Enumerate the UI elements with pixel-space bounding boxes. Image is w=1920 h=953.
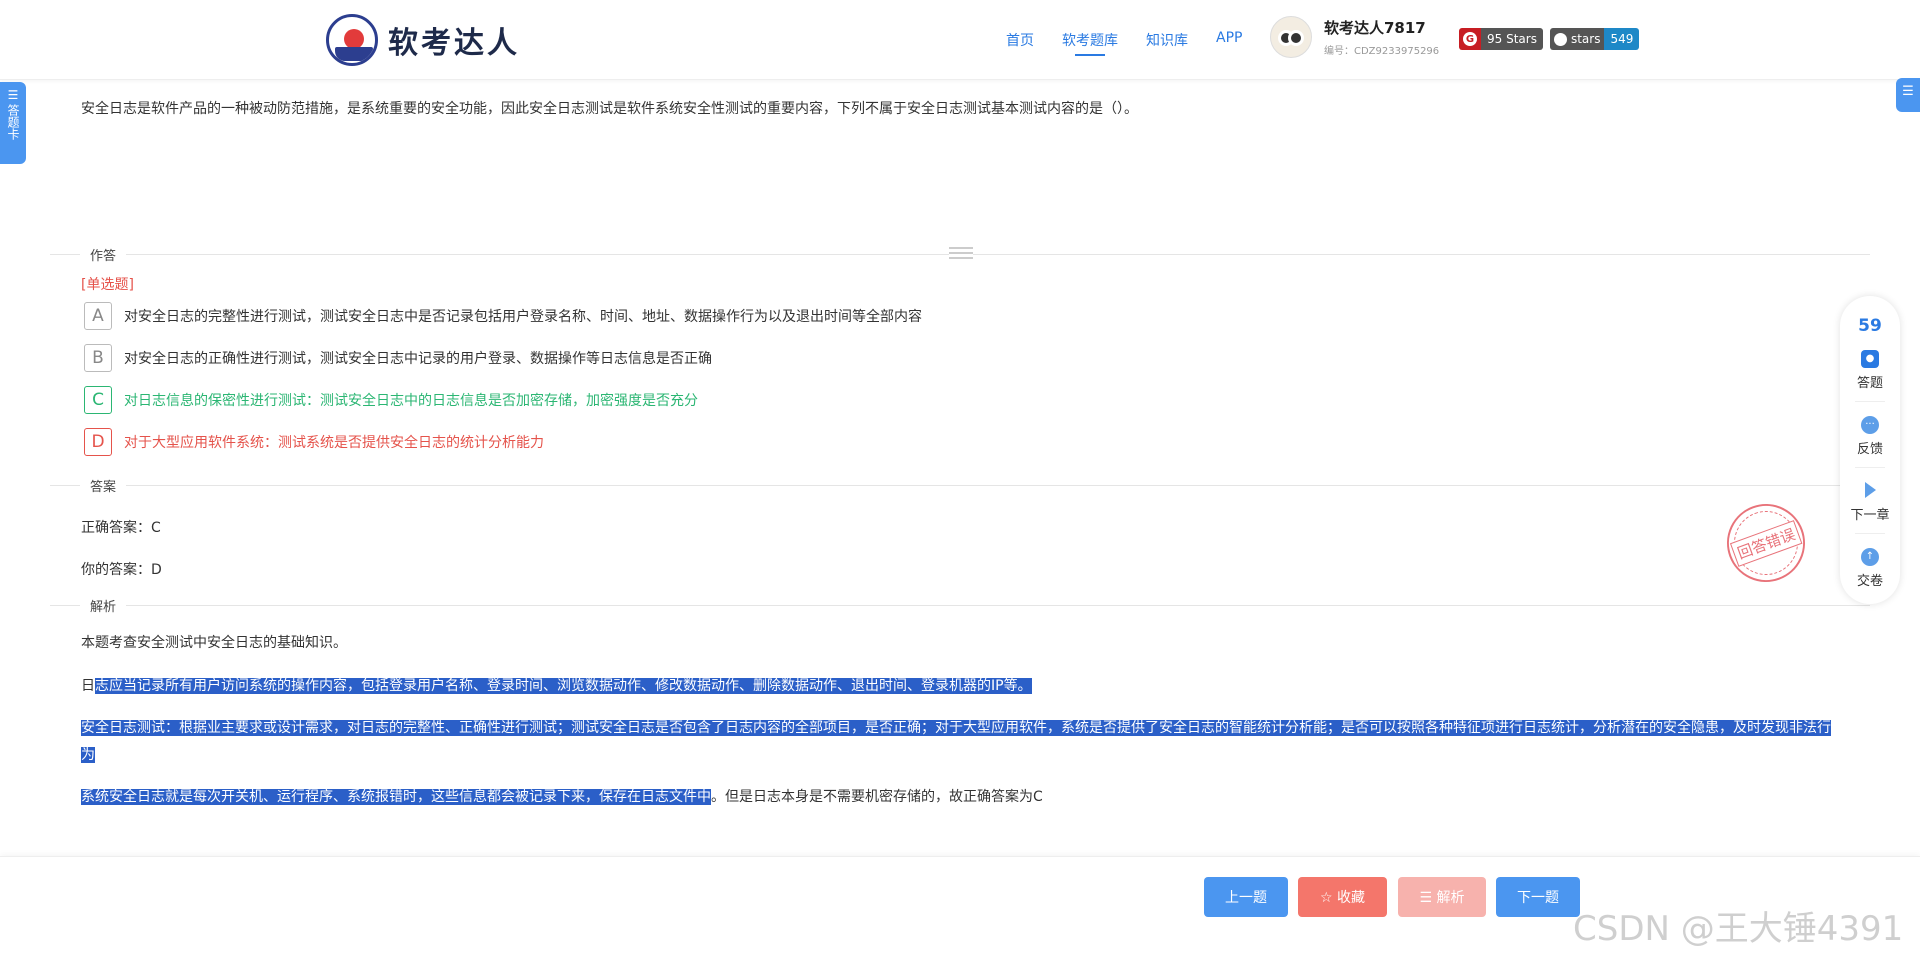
question-type: [单选题]: [81, 277, 134, 293]
gitee-icon: G: [1463, 32, 1477, 46]
answer-card-tab[interactable]: ☰ 答题卡: [0, 82, 26, 164]
wrong-answer-stamp: 回答错误: [1716, 493, 1816, 593]
nav-question-bank[interactable]: 软考题库: [1062, 30, 1118, 56]
answering-section-divider: 作答: [50, 244, 1870, 264]
option-key: A: [84, 302, 112, 330]
side-float-bar: 59 ● 答题 ··· 反馈 下一章 ↑ 交卷: [1840, 296, 1900, 604]
csdn-watermark: CSDN @王大锤4391: [1573, 909, 1904, 949]
option-text: 对安全日志的完整性进行测试，测试安全日志中是否记录包括用户登录名称、时间、地址、…: [124, 309, 922, 325]
analysis-paragraph: 日志应当记录所有用户访问系统的操作内容，包括登录用户名称、登录时间、浏览数据动作…: [81, 678, 1032, 694]
submit-button[interactable]: ↑ 交卷: [1840, 548, 1900, 589]
nav-app[interactable]: APP: [1216, 30, 1242, 50]
option-key: B: [84, 344, 112, 372]
github-stars-badge[interactable]: stars 549: [1549, 28, 1640, 50]
avatar[interactable]: [1270, 16, 1312, 58]
answer-label: 答案: [80, 476, 127, 495]
question-text: 安全日志是软件产品的一种被动防范措施，是系统重要的安全功能，因此安全日志测试是软…: [81, 101, 1138, 117]
user-id: 编号：CDZ9233975296: [1324, 46, 1440, 57]
selected-text: 志应当记录所有用户访问系统的操作内容，包括登录用户名称、登录时间、浏览数据动作、…: [95, 678, 1032, 694]
option-a[interactable]: A 对安全日志的完整性进行测试，测试安全日志中是否记录包括用户登录名称、时间、地…: [84, 302, 922, 330]
analysis-paragraph: 本题考查安全测试中安全日志的基础知识。: [81, 635, 347, 651]
analysis-section-divider: 解析: [50, 595, 1870, 615]
answer-button[interactable]: ● 答题: [1840, 350, 1900, 391]
answer-section-divider: 答案: [50, 475, 1870, 495]
top-header: 软考达人 首页 软考题库 知识库 APP 软考达人7817 编号：CDZ9233…: [0, 0, 1920, 80]
analysis-paragraph: 安全日志测试：根据业主要求或设计需求，对日志的完整性、正确性进行测试；测试安全日…: [81, 715, 1831, 769]
question-number: 59: [1858, 316, 1882, 336]
next-chapter-button[interactable]: 下一章: [1840, 482, 1900, 523]
next-question-button[interactable]: 下一题: [1496, 877, 1580, 917]
nav-home[interactable]: 首页: [1006, 30, 1034, 50]
next-chapter-icon: [1864, 482, 1876, 498]
option-b[interactable]: B 对安全日志的正确性进行测试，测试安全日志中记录的用户登录、数据操作等日志信息…: [84, 344, 712, 372]
brand-logo[interactable]: 软考达人: [326, 14, 520, 66]
main-nav: 首页 软考题库 知识库 APP: [1006, 30, 1270, 56]
answer-icon: ●: [1861, 350, 1879, 368]
feedback-icon: ···: [1861, 416, 1879, 434]
option-text: 对日志信息的保密性进行测试：测试安全日志中的日志信息是否加密存储，加密强度是否充…: [124, 393, 698, 409]
github-icon: [1553, 32, 1567, 46]
correct-answer: 正确答案：C: [81, 520, 161, 536]
feedback-button[interactable]: ··· 反馈: [1840, 416, 1900, 457]
user-name: 软考达人7817: [1324, 19, 1426, 37]
favorite-button[interactable]: ☆ 收藏: [1298, 877, 1387, 917]
list-icon: ☰: [7, 88, 19, 102]
repo-badges: G 95 Stars stars 549: [1459, 28, 1646, 50]
answering-label: 作答: [80, 245, 127, 264]
option-key: D: [84, 428, 112, 456]
option-key: C: [84, 386, 112, 414]
option-text: 对于大型应用软件系统：测试系统是否提供安全日志的统计分析能力: [124, 435, 544, 451]
right-menu-tab[interactable]: ☰: [1896, 78, 1920, 112]
option-text: 对安全日志的正确性进行测试，测试安全日志中记录的用户登录、数据操作等日志信息是否…: [124, 351, 712, 367]
nav-knowledge-base[interactable]: 知识库: [1146, 30, 1188, 50]
brand-name: 软考达人: [388, 26, 520, 61]
analysis-button[interactable]: ☰ 解析: [1398, 877, 1486, 917]
drag-handle-icon[interactable]: [949, 247, 973, 261]
prev-question-button[interactable]: 上一题: [1204, 877, 1288, 917]
answer-card-label: 答题卡: [6, 104, 20, 140]
option-d[interactable]: D 对于大型应用软件系统：测试系统是否提供安全日志的统计分析能力: [84, 428, 544, 456]
option-c[interactable]: C 对日志信息的保密性进行测试：测试安全日志中的日志信息是否加密存储，加密强度是…: [84, 386, 698, 414]
logo-icon: [326, 14, 378, 66]
selected-text: 安全日志测试：根据业主要求或设计需求，对日志的完整性、正确性进行测试；测试安全日…: [81, 720, 1831, 763]
your-answer: 你的答案：D: [81, 562, 162, 578]
submit-icon: ↑: [1861, 548, 1879, 566]
selected-text: 系统安全日志就是每次开关机、运行程序、系统报错时，这些信息都会被记录下来，保存在…: [81, 789, 711, 805]
analysis-paragraph: 系统安全日志就是每次开关机、运行程序、系统报错时，这些信息都会被记录下来，保存在…: [81, 789, 1043, 805]
list-icon: ☰: [1902, 84, 1914, 99]
gitee-stars-badge[interactable]: G 95 Stars: [1459, 28, 1543, 50]
analysis-label: 解析: [80, 596, 127, 615]
user-profile[interactable]: 软考达人7817 编号：CDZ9233975296: [1270, 16, 1439, 58]
